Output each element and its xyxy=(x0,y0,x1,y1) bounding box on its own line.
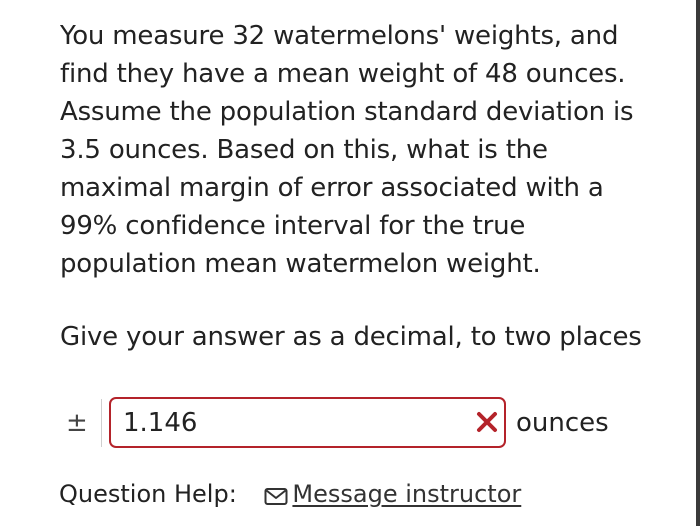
answer-unit: ounces xyxy=(516,408,609,438)
question-help: Question Help: Message instructor xyxy=(59,476,521,511)
mail-icon xyxy=(264,482,288,505)
answer-instruction: Give your answer as a decimal, to two pl… xyxy=(60,322,642,352)
question-text-block: You measure 32 watermelons' weights, and… xyxy=(60,17,660,283)
message-instructor-link[interactable]: Message instructor xyxy=(264,477,521,511)
question-text: You measure 32 watermelons' weights, and… xyxy=(60,21,634,279)
window-edge xyxy=(696,0,700,526)
incorrect-x-icon xyxy=(474,408,500,436)
prefix-divider xyxy=(101,399,102,447)
question-help-label: Question Help: xyxy=(59,480,237,508)
plus-minus-symbol: ± xyxy=(66,408,88,438)
message-instructor-label: Message instructor xyxy=(292,480,522,508)
answer-field-container[interactable] xyxy=(109,397,506,448)
answer-input[interactable] xyxy=(123,399,463,446)
